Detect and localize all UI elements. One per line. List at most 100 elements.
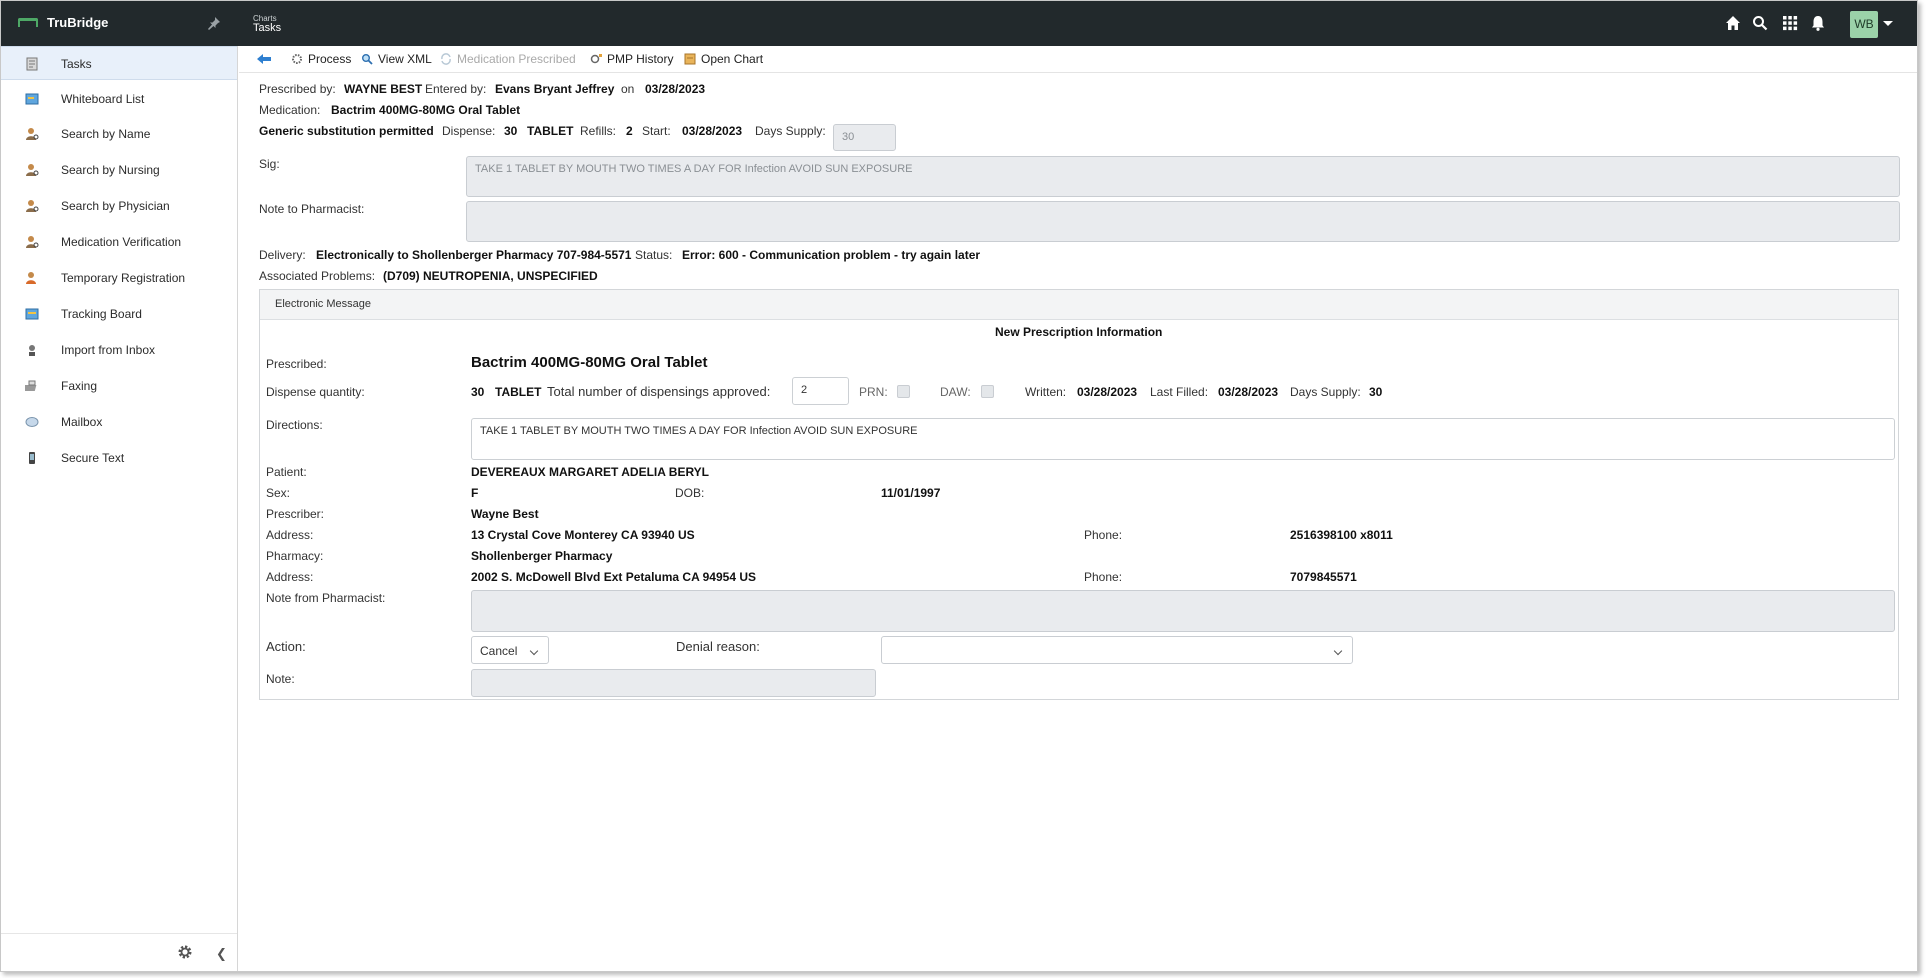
- sidebar-item-import-from-inbox[interactable]: Import from Inbox: [1, 333, 237, 367]
- sidebar-item-label: Search by Name: [61, 127, 151, 141]
- sidebar-item-whiteboard-list[interactable]: Whiteboard List: [1, 82, 237, 116]
- pharmacy-address-label: Address:: [266, 570, 314, 584]
- sidebar-item-label: Search by Nursing: [61, 163, 160, 177]
- delivery-value: Electronically to Shollenberger Pharmacy…: [316, 248, 632, 262]
- sidebar-item-label: Search by Physician: [61, 199, 170, 213]
- sidebar-item-label: Mailbox: [61, 415, 103, 429]
- refresh-icon: [441, 53, 451, 65]
- sidebar-item-search-by-physician[interactable]: Search by Physician: [1, 189, 237, 223]
- prescribed-by-value: WAYNE BEST: [344, 82, 423, 96]
- entered-by-value: Evans Bryant Jeffrey: [495, 82, 615, 96]
- search-icon[interactable]: [1751, 14, 1769, 32]
- sidebar-item-label: Tasks: [61, 57, 92, 71]
- tasks-icon: [26, 57, 38, 71]
- sidebar-item-temporary-registration[interactable]: Temporary Registration: [1, 261, 237, 295]
- trubridge-logo-icon: [18, 18, 38, 27]
- prescriber-phone-value: 2516398100 x8011: [1290, 528, 1393, 542]
- app-window: TruBridge Charts Tasks WB Tasks Whiteboa…: [0, 0, 1918, 972]
- note-label: Note:: [266, 672, 295, 686]
- avatar[interactable]: WB: [1850, 11, 1878, 38]
- dispense-unit-value: TABLET: [527, 124, 574, 138]
- pharmacy-phone-label: Phone:: [1084, 570, 1123, 584]
- note-to-pharmacist-label: Note to Pharmacist:: [259, 202, 365, 216]
- apps-grid-icon[interactable]: [1781, 14, 1799, 32]
- patient-value: DEVEREAUX MARGARET ADELIA BERYL: [471, 465, 710, 479]
- sidebar-item-label: Secure Text: [61, 451, 125, 465]
- associated-problems-value: (D709) NEUTROPENIA, UNSPECIFIED: [383, 269, 598, 283]
- medication-label: Medication:: [259, 103, 321, 117]
- action-label: Action:: [266, 639, 306, 654]
- delivery-label: Delivery:: [259, 248, 306, 262]
- sidebar-item-search-by-nursing[interactable]: Search by Nursing: [1, 153, 237, 187]
- action-select[interactable]: Cancel: [471, 636, 549, 664]
- last-filled-label: Last Filled:: [1150, 385, 1209, 399]
- back-arrow-icon[interactable]: [257, 53, 271, 65]
- written-value: 03/28/2023: [1077, 385, 1138, 399]
- fax-icon: [25, 380, 37, 391]
- brand: TruBridge: [1, 1, 237, 46]
- view-xml-button[interactable]: View XML: [361, 52, 432, 66]
- pharmacy-phone-value: 7079845571: [1290, 570, 1357, 584]
- process-button[interactable]: Process: [291, 52, 351, 66]
- collapse-sidebar-icon[interactable]: ❮: [216, 946, 227, 962]
- days-supply-field[interactable]: 30: [833, 124, 896, 151]
- pmp-history-button[interactable]: PMP History: [590, 52, 673, 66]
- sidebar-item-label: Temporary Registration: [61, 271, 186, 285]
- prn-checkbox[interactable]: [897, 385, 910, 398]
- daw-checkbox[interactable]: [981, 385, 994, 398]
- medication-prescribed-button[interactable]: Medication Prescribed: [440, 52, 576, 66]
- medication-value: Bactrim 400MG-80MG Oral Tablet: [331, 103, 521, 117]
- prescriber-label: Prescriber:: [266, 507, 325, 521]
- status-label: Status:: [635, 248, 673, 262]
- gear-icon[interactable]: [177, 944, 193, 960]
- generic-substitution-text: Generic substitution permitted: [259, 124, 434, 138]
- denial-reason-select[interactable]: [881, 636, 1353, 664]
- panel-title: Electronic Message: [275, 298, 371, 310]
- sidebar-item-search-by-name[interactable]: Search by Name: [1, 117, 237, 151]
- pin-icon[interactable]: [206, 15, 222, 31]
- sidebar-item-tracking-board[interactable]: Tracking Board: [1, 297, 237, 331]
- sidebar-item-mailbox[interactable]: Mailbox: [1, 405, 237, 439]
- note-from-pharmacist-field[interactable]: [471, 590, 1895, 632]
- note-to-pharmacist-field[interactable]: [466, 201, 1900, 242]
- days-supply-label: Days Supply:: [1290, 385, 1361, 399]
- sex-value: F: [471, 486, 479, 500]
- sig-field[interactable]: TAKE 1 TABLET BY MOUTH TWO TIMES A DAY F…: [466, 156, 1900, 197]
- written-label: Written:: [1025, 385, 1067, 399]
- sidebar-item-secure-text[interactable]: Secure Text: [1, 441, 237, 475]
- chevron-down-icon[interactable]: [1883, 21, 1893, 26]
- associated-problems-label: Associated Problems:: [259, 269, 376, 283]
- open-chart-button[interactable]: Open Chart: [684, 52, 763, 66]
- total-dispensings-input[interactable]: 2: [792, 377, 849, 405]
- sidebar: Tasks Whiteboard List Search by Name Sea…: [1, 46, 238, 971]
- start-value: 03/28/2023: [682, 124, 743, 138]
- sidebar-item-label: Faxing: [61, 379, 98, 393]
- note-field[interactable]: [471, 669, 876, 697]
- history-icon: [590, 54, 602, 64]
- status-value: Error: 600 - Communication problem - try…: [682, 248, 981, 262]
- dispense-unit-value: TABLET: [495, 385, 542, 399]
- pharmacy-value: Shollenberger Pharmacy: [471, 549, 613, 563]
- dispense-quantity-label: Dispense quantity:: [266, 385, 365, 399]
- sidebar-item-medication-verification[interactable]: Medication Verification: [1, 225, 237, 259]
- pharmacy-label: Pharmacy:: [266, 549, 324, 563]
- electronic-message-panel: Electronic Message New Prescription Info…: [259, 289, 1899, 700]
- sidebar-item-faxing[interactable]: Faxing: [1, 369, 237, 403]
- directions-label: Directions:: [266, 418, 323, 432]
- home-icon[interactable]: [1724, 14, 1742, 32]
- prescriber-address-label: Address:: [266, 528, 314, 542]
- dispense-qty-value: 30: [504, 124, 518, 138]
- bell-icon[interactable]: [1809, 14, 1827, 32]
- chevron-down-icon: [1333, 646, 1343, 656]
- prescribed-label: Prescribed:: [266, 357, 327, 371]
- directions-field[interactable]: TAKE 1 TABLET BY MOUTH TWO TIMES A DAY F…: [471, 418, 1895, 460]
- chevron-down-icon: [529, 646, 539, 656]
- chart-folder-icon: [684, 53, 696, 65]
- sidebar-item-tasks[interactable]: Tasks: [1, 46, 237, 80]
- last-filled-value: 03/28/2023: [1218, 385, 1279, 399]
- dob-label: DOB:: [675, 486, 705, 500]
- dispense-label: Dispense:: [442, 124, 496, 138]
- magnifier-icon: [362, 54, 373, 65]
- note-from-pharmacist-label: Note from Pharmacist:: [266, 591, 386, 605]
- prescriber-address-value: 13 Crystal Cove Monterey CA 93940 US: [471, 528, 695, 542]
